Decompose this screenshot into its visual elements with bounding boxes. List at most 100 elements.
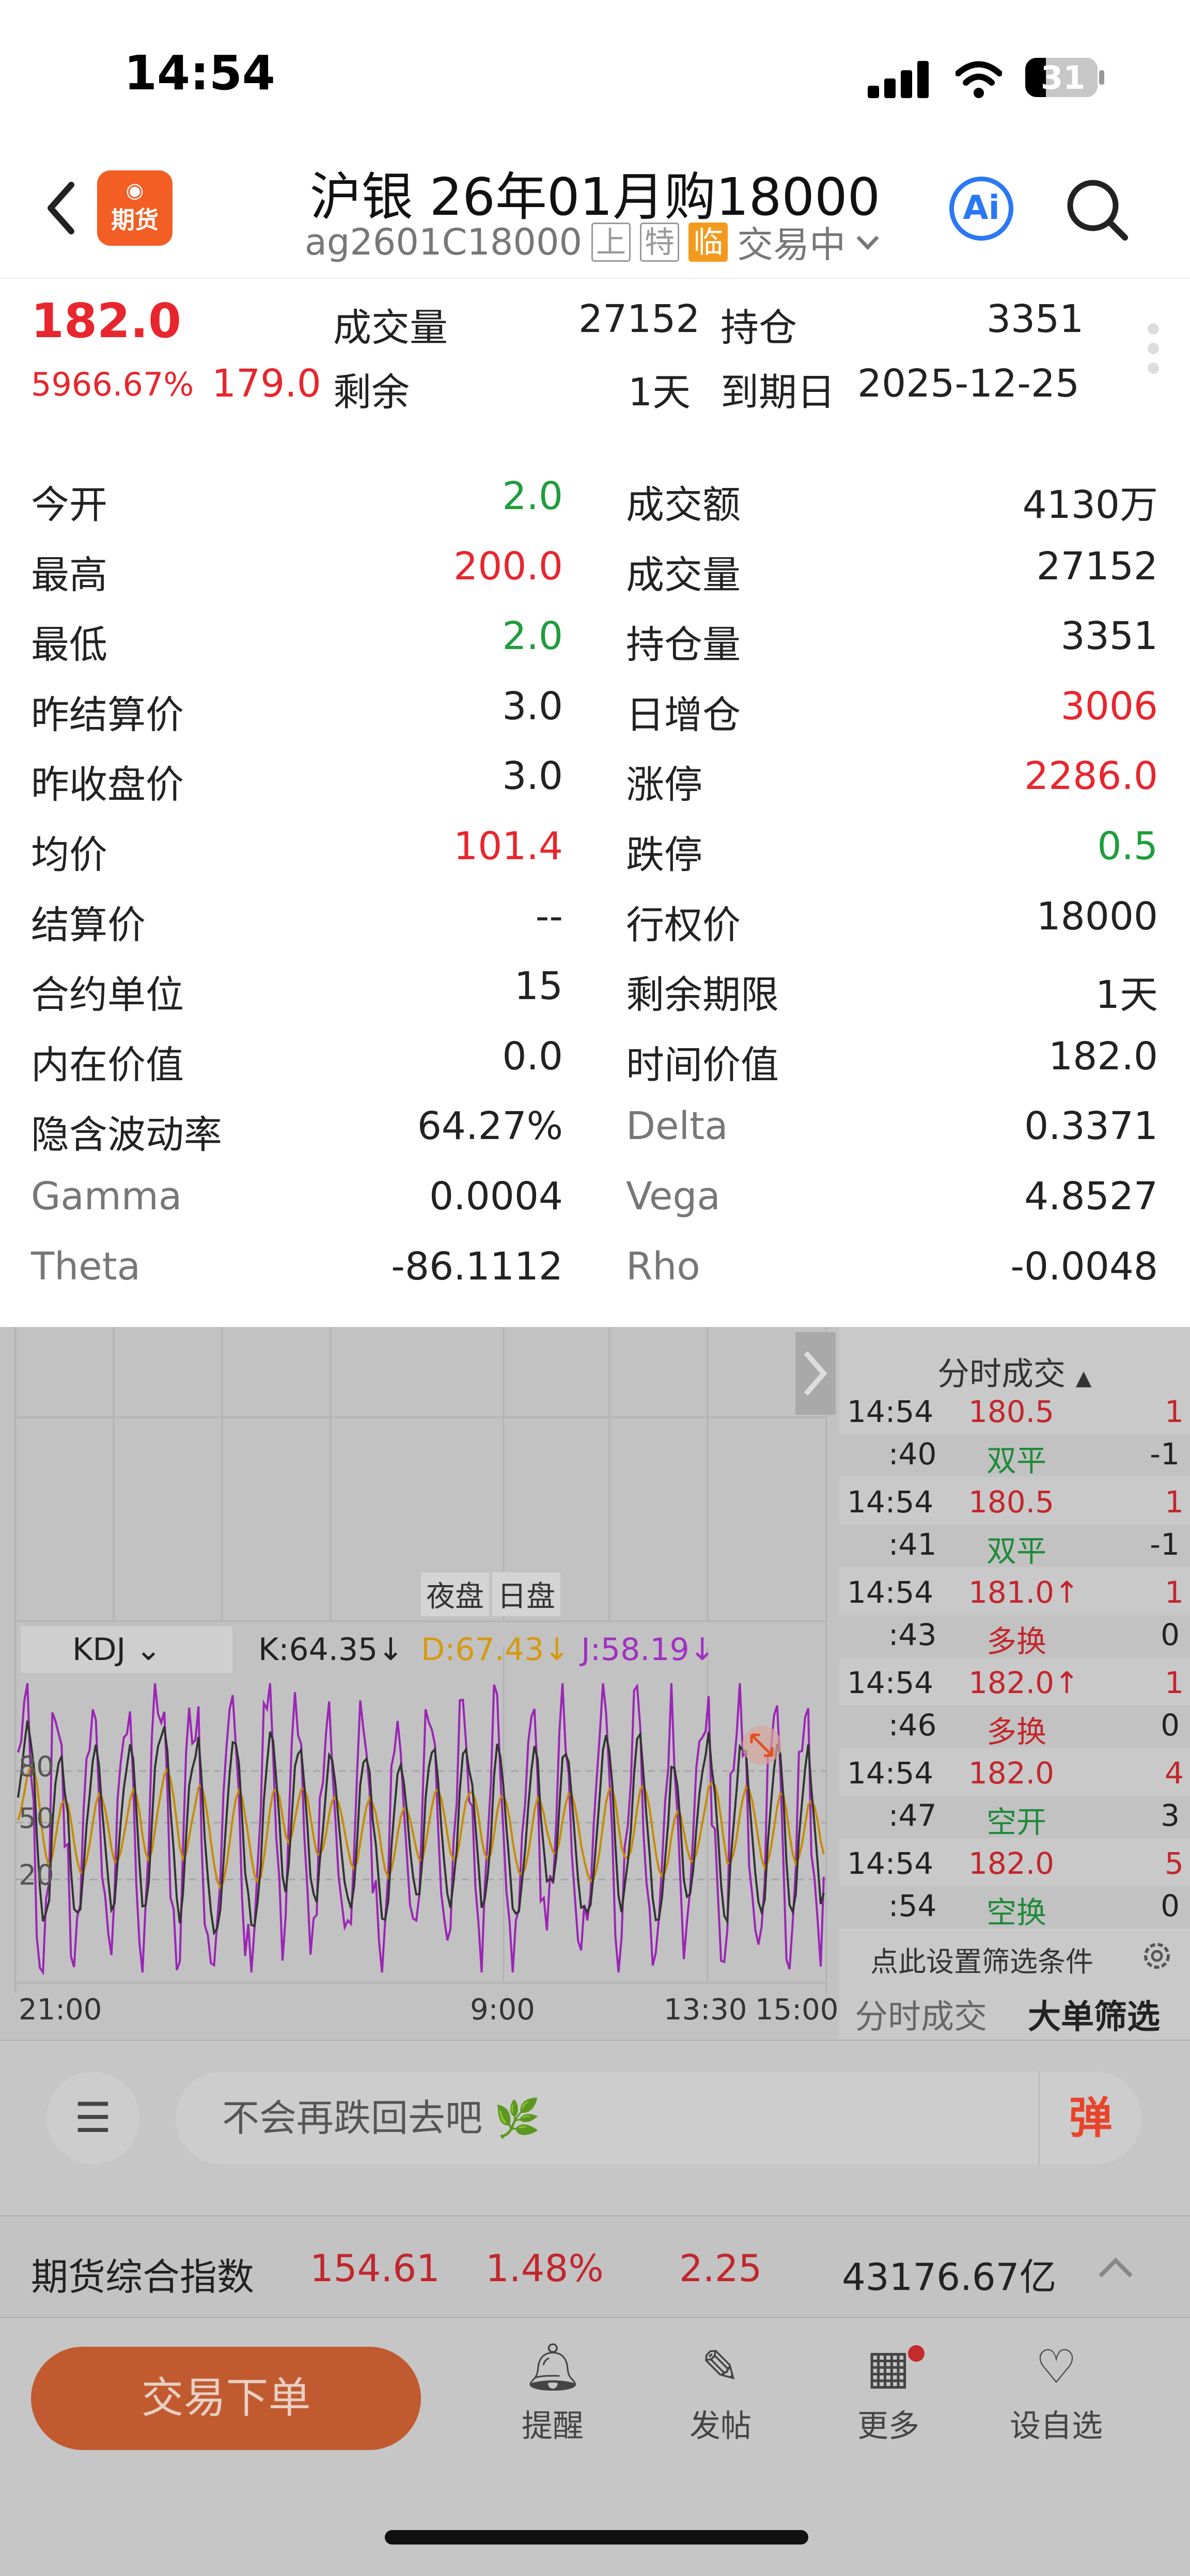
nav-more[interactable]: ▦ 更多 [832, 2334, 945, 2446]
stats-left-column: 今开 2.0 最高 200.0 最低 2.0 昨结算价 3.0 昨收盘价 3.0 均价 101.4 结算… [31, 474, 563, 1289]
gear-icon[interactable] [1139, 1938, 1175, 1974]
change-value: 179.0 [212, 361, 321, 406]
trade-price: 180.5 [968, 1394, 1055, 1429]
nav-watchlist-label: 设自选 [1010, 2408, 1103, 2444]
stat-label: Gamma [31, 1174, 182, 1219]
trade-type: 多换 [987, 1624, 1047, 1659]
stat-row-left-2: 最低 2.0 [31, 614, 563, 676]
stat-row-left-8: 内在价值 0.0 [31, 1034, 563, 1096]
stat-row-left-9: 隐含波动率 64.27% [31, 1104, 563, 1166]
stat-label: 结算价 [31, 903, 146, 947]
grid-icon: ▦ [866, 2340, 911, 2394]
kdj-d-value: D:67.43↓ [421, 1632, 570, 1668]
danmaku-button[interactable]: 弹 [1038, 2072, 1141, 2164]
stat-label: 日增仓 [626, 692, 741, 737]
index-percent: 1.48% [486, 2247, 604, 2290]
stat-row-left-0: 今开 2.0 [31, 474, 563, 536]
index-change: 2.25 [679, 2247, 762, 2290]
trade-order-button[interactable]: 交易下单 [31, 2347, 421, 2450]
stat-label: 最低 [31, 623, 107, 668]
chart-grid [14, 1327, 836, 1993]
oi-label: 持仓 [721, 306, 797, 350]
nav-post[interactable]: ✎ 发帖 [664, 2334, 777, 2446]
indicator-selector[interactable]: KDJ ⌄ [21, 1626, 232, 1673]
time-and-sales-panel: 分时成交 ▲ 14:54 180.5 1:40 双平 -1 14:54 180.5 1:41 双… [839, 1327, 1190, 2040]
contract-subline[interactable]: ag2601C18000 上 特 临 交易中 [305, 216, 881, 268]
edit-post-icon: ✎ [701, 2340, 740, 2394]
stat-value: 1天 [1095, 973, 1158, 1018]
more-dots-icon[interactable] [1148, 323, 1159, 374]
signal-icon [868, 61, 930, 98]
search-icon[interactable] [1064, 177, 1131, 244]
danmaku-label: 弹 [1069, 2093, 1113, 2143]
nav-remind[interactable]: 🔔︎ 提醒 [496, 2334, 609, 2446]
stat-label: Theta [31, 1244, 140, 1289]
remain-value: 1天 [628, 370, 691, 415]
stat-row-left-7: 合约单位 15 [31, 964, 563, 1026]
stat-value: 0.0004 [429, 1174, 563, 1219]
x-tick-900: 9:00 [470, 1993, 535, 2027]
stat-value: 15 [514, 964, 563, 1009]
nav-watchlist[interactable]: ♡ 设自选 [999, 2334, 1113, 2446]
chart-panel: 夜盘 日盘 KDJ ⌄ K:64.35↓ D:67.43↓ J:58.19↓ 8… [0, 1327, 839, 2040]
chevron-up-icon[interactable] [1095, 2253, 1136, 2284]
grass-emoji-icon: 🌿 [494, 2096, 541, 2140]
top-nav-header: ◉ 期货 沪银 26年01月购18000 ag2601C18000 上 特 临 … [0, 150, 1190, 279]
trade-price: 182.0 [968, 1756, 1055, 1791]
filter-hint[interactable]: 点此设置筛选条件 [870, 1939, 1093, 1980]
stat-label: 成交额 [626, 483, 741, 527]
stat-label: 今开 [31, 483, 107, 527]
trade-second: :40 [888, 1436, 937, 1472]
trade-price: 180.5 [968, 1484, 1055, 1520]
expiry-value: 2025-12-25 [857, 361, 1080, 406]
trade-oi-change: 0 [1161, 1708, 1180, 1743]
stat-label: 持仓量 [626, 623, 741, 668]
stat-row-right-7: 剩余期限 1天 [626, 964, 1158, 1026]
ai-button[interactable]: Ai [949, 177, 1013, 241]
filter-hint-text: 点此设置筛选条件 [870, 1946, 1093, 1978]
index-amount: 43176.67亿 [842, 2255, 1057, 2299]
stat-value: 3.0 [502, 684, 563, 729]
trade-price: 182.0 [968, 1846, 1055, 1881]
index-value: 154.61 [310, 2247, 440, 2290]
stat-value: 2286.0 [1024, 754, 1158, 799]
trade-volume: 1 [1165, 1394, 1184, 1429]
stat-value: 101.4 [453, 824, 563, 868]
trade-type: 双平 [987, 1443, 1047, 1478]
stat-row-right-2: 持仓量 3351 [626, 614, 1158, 676]
stat-label: Delta [626, 1104, 728, 1149]
status-bar: 14:54 31 [0, 0, 1190, 155]
tag-special: 特 [640, 222, 680, 262]
stat-row-left-10: Gamma 0.0004 [31, 1174, 563, 1236]
stat-value: 182.0 [1048, 1034, 1158, 1079]
stat-value: 3351 [1060, 614, 1158, 659]
tab-time-sales[interactable]: 分时成交 [855, 1990, 987, 2038]
index-name: 期货综合指数 [31, 2255, 255, 2299]
trades-title[interactable]: 分时成交 ▲ [937, 1348, 1092, 1394]
trade-oi-change: 0 [1161, 1617, 1180, 1652]
x-tick-2100: 21:00 [19, 1993, 102, 2027]
trade-second: :41 [888, 1527, 937, 1562]
filter-list-icon[interactable]: ☰ [46, 2072, 139, 2164]
stat-row-right-3: 日增仓 3006 [626, 684, 1158, 746]
session-night[interactable]: 夜盘 [421, 1572, 489, 1616]
session-toggle[interactable]: 夜盘 日盘 [421, 1572, 560, 1616]
comment-input[interactable]: 不会再跌回去吧 🌿 [176, 2072, 1141, 2164]
trade-oi-change: 0 [1161, 1888, 1180, 1923]
stat-label: 均价 [31, 833, 107, 877]
trade-time: 14:54 [847, 1846, 934, 1881]
stat-label: 合约单位 [31, 973, 184, 1018]
tab-large-orders[interactable]: 大单筛选 [1028, 1990, 1160, 2038]
stat-value: -0.0048 [1010, 1244, 1158, 1289]
chevron-down-icon: ⌄ [135, 1632, 162, 1668]
expiry-label: 到期日 [721, 370, 835, 415]
trade-volume: 1 [1165, 1484, 1184, 1520]
stat-value: 2.0 [502, 474, 563, 518]
stat-row-left-1: 最高 200.0 [31, 544, 563, 606]
index-bar[interactable]: 期货综合指数 154.61 1.48% 2.25 43176.67亿 [0, 2215, 1190, 2318]
stat-label: 成交量 [626, 552, 741, 597]
stat-row-right-1: 成交量 27152 [626, 544, 1158, 606]
nav-remind-label: 提醒 [522, 2408, 584, 2444]
stat-value: 0.0 [502, 1034, 563, 1079]
session-day[interactable]: 日盘 [492, 1572, 560, 1616]
